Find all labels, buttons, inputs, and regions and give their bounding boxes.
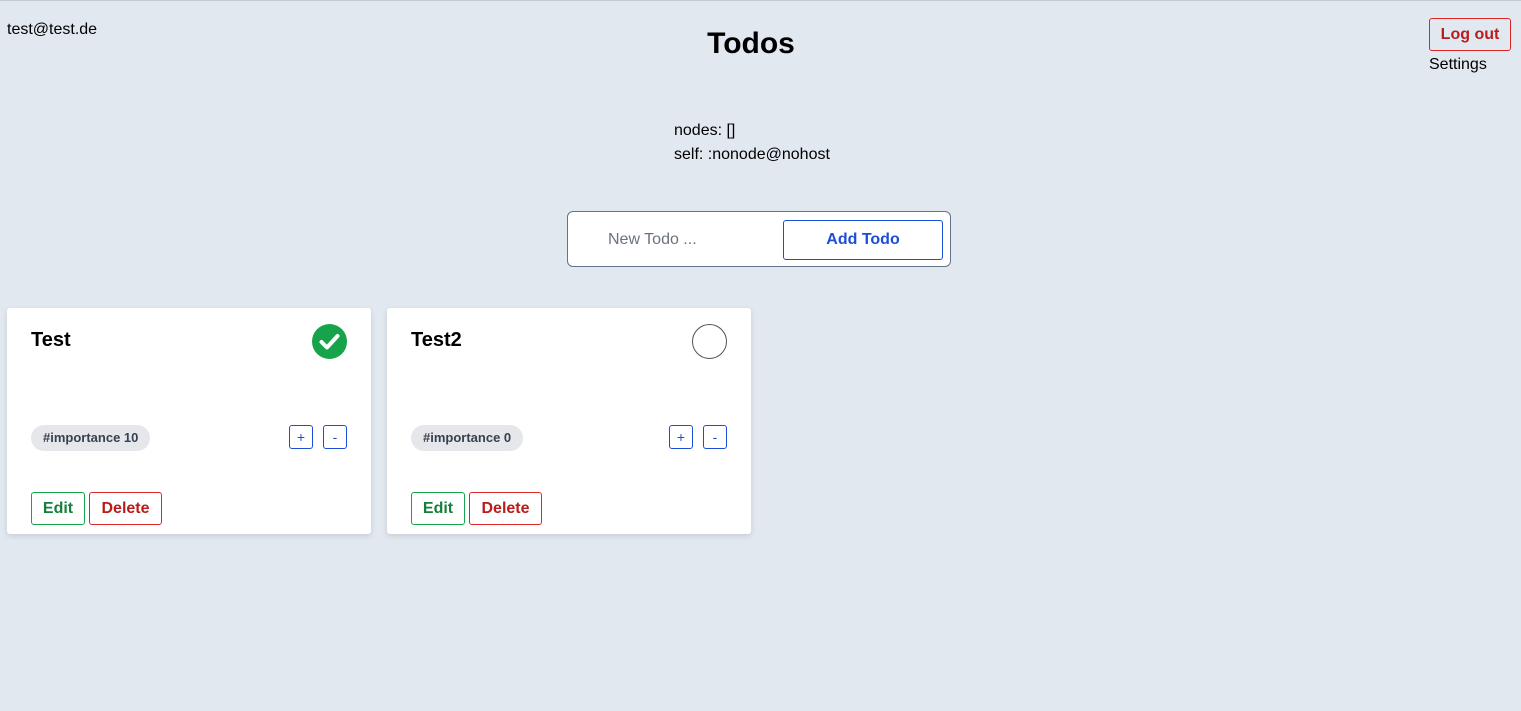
- importance-increase-button[interactable]: +: [289, 425, 313, 449]
- importance-tag: #importance 10: [31, 425, 151, 451]
- todo-title: Test2: [411, 329, 462, 351]
- done-toggle[interactable]: [312, 324, 347, 359]
- self-line: self: :nonode@nohost: [674, 146, 830, 163]
- nodes-line: nodes: []: [674, 122, 736, 139]
- todo-title: Test: [31, 329, 71, 351]
- new-todo-input[interactable]: [598, 224, 768, 256]
- importance-decrease-button[interactable]: -: [703, 425, 727, 449]
- new-todo-form: Add Todo: [567, 211, 951, 267]
- importance-tag: #importance 0: [411, 425, 524, 451]
- delete-button[interactable]: Delete: [469, 492, 542, 525]
- importance-increase-button[interactable]: +: [669, 425, 693, 449]
- cluster-info: nodes: [] self: :nonode@nohost: [674, 119, 830, 167]
- add-todo-button[interactable]: Add Todo: [783, 220, 943, 260]
- importance-decrease-button[interactable]: -: [323, 425, 347, 449]
- settings-link[interactable]: Settings: [1429, 56, 1487, 74]
- logout-button[interactable]: Log out: [1429, 18, 1511, 51]
- edit-button[interactable]: Edit: [31, 492, 85, 525]
- page-title: Todos: [707, 27, 795, 60]
- edit-button[interactable]: Edit: [411, 492, 465, 525]
- check-icon: [319, 334, 340, 350]
- todo-card: Test2 #importance 0 + - Edit Delete: [387, 308, 751, 534]
- delete-button[interactable]: Delete: [89, 492, 162, 525]
- todo-card: Test #importance 10 + - Edit Delete: [7, 308, 371, 534]
- done-toggle[interactable]: [692, 324, 727, 359]
